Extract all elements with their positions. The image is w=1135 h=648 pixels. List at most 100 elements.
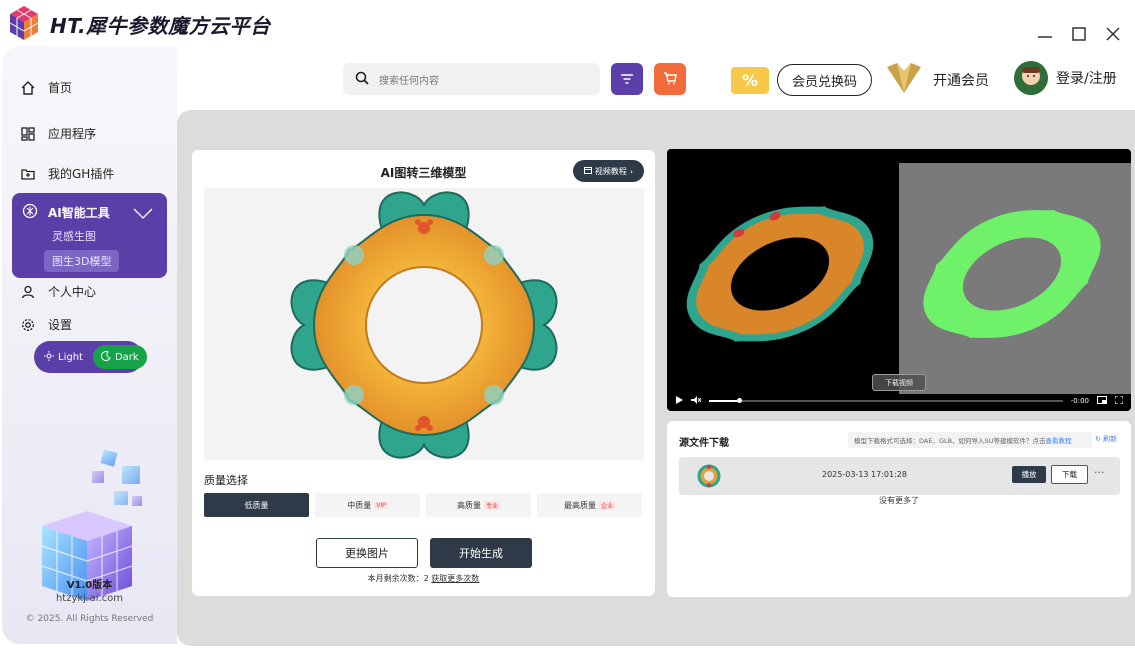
folder-plugin-icon xyxy=(20,166,36,182)
sidebar-item-apps[interactable]: 应用程序 xyxy=(20,125,96,142)
quality-option-medium[interactable]: 中质量 VIP xyxy=(315,493,420,517)
search-placeholder: 搜索任何内容 xyxy=(379,75,439,87)
play-icon[interactable] xyxy=(675,396,683,406)
filter-button[interactable] xyxy=(611,63,643,95)
fullscreen-icon[interactable] xyxy=(1114,395,1124,406)
user-icon xyxy=(20,284,36,300)
image-to-3d-card: AI图转三维模型 视频教程 › 质量选择 低质量 中质量 VIP 高质量 专业 … xyxy=(192,150,655,596)
remaining-count: 本月剩余次数：2 获取更多次数 xyxy=(192,573,655,584)
video-tutorial-label: 视频教程 xyxy=(594,166,627,176)
card-title: 源文件下载 xyxy=(679,438,729,449)
redeem-code-button[interactable]: 会员兑换码 xyxy=(777,64,872,96)
filter-icon xyxy=(620,70,634,89)
vip-badge: VIP xyxy=(374,501,388,509)
view-tutorial-link[interactable]: 查看教程 xyxy=(1045,435,1071,445)
refresh-button[interactable]: ↻ 刷新 xyxy=(1095,434,1117,444)
start-generate-button[interactable]: 开始生成 xyxy=(430,538,532,568)
sidebar-item-inspiration-image[interactable]: 灵感生图 xyxy=(52,228,96,244)
chevron-right-icon: › xyxy=(629,166,634,176)
cart-button[interactable] xyxy=(654,63,686,95)
sidebar-item-gh-plugins[interactable]: 我的GH插件 xyxy=(20,165,114,182)
theme-light-option[interactable]: Light xyxy=(38,345,89,369)
sidebar-item-label: 首页 xyxy=(48,81,73,95)
login-register-button[interactable]: 登录/注册 xyxy=(1014,61,1117,95)
video-progress-bar[interactable] xyxy=(709,398,1063,403)
sidebar-item-label: 我的GH插件 xyxy=(48,167,115,181)
moon-icon xyxy=(100,350,111,364)
remaining-count-text: 本月剩余次数：2 xyxy=(367,574,429,583)
sidebar-item-profile[interactable]: 个人中心 xyxy=(20,283,96,300)
ai-tools-label: AI智能工具 xyxy=(48,206,110,220)
model-thumbnail xyxy=(697,464,721,492)
more-options-icon[interactable]: ··· xyxy=(1094,466,1105,479)
theme-toggle[interactable]: Light Dark xyxy=(34,341,147,373)
sidebar-group-ai-tools: AI智能工具 灵感生图 图生3D模型 xyxy=(12,193,167,278)
login-label: 登录/注册 xyxy=(1056,71,1117,87)
no-more-text: 没有更多了 xyxy=(879,496,919,505)
vip-crown-icon xyxy=(885,61,923,99)
sidebar-item-image-to-3d[interactable]: 图生3D模型 xyxy=(44,250,120,272)
app-title: HT.犀牛参数魔方云平台 xyxy=(50,13,271,38)
video-tutorial-button[interactable]: 视频教程 › xyxy=(573,160,644,182)
video-player[interactable]: 下载视频 -0:00 xyxy=(667,149,1131,411)
sidebar-item-settings[interactable]: 设置 xyxy=(20,316,72,333)
get-more-link[interactable]: 获取更多次数 xyxy=(431,574,479,583)
refresh-label: 刷新 xyxy=(1103,435,1118,443)
cube-logo-icon xyxy=(4,4,44,44)
list-item: 2025-03-13 17:01:28 播放 下载 ··· xyxy=(679,457,1120,495)
apps-grid-icon xyxy=(20,126,36,142)
coupon-icon[interactable]: % xyxy=(731,67,769,94)
version-label: V1.0版本 xyxy=(66,580,113,591)
quality-option-highest[interactable]: 最高质量 企业 xyxy=(537,493,642,517)
open-vip-button[interactable]: 开通会员 xyxy=(885,61,989,99)
search-input[interactable]: 搜索任何内容 xyxy=(343,63,600,95)
quality-option-label: 低质量 xyxy=(244,500,269,510)
pro-badge: 专业 xyxy=(483,500,500,510)
quality-option-label: 最高质量 xyxy=(563,500,596,510)
source-file-download-card: 源文件下载 模型下载格式可选择：DAE、GLB，如何导入SU等建模软件？点击 查看… xyxy=(667,421,1131,597)
video-time: -0:00 xyxy=(1070,397,1089,405)
source-image-preview[interactable] xyxy=(204,188,644,460)
chevron-down-icon[interactable] xyxy=(133,205,153,224)
quality-option-high[interactable]: 高质量 专业 xyxy=(426,493,531,517)
home-icon xyxy=(20,80,36,96)
quality-option-label: 中质量 xyxy=(347,500,372,510)
sun-icon xyxy=(44,350,54,364)
avatar xyxy=(1014,61,1048,95)
window-controls xyxy=(1037,26,1121,42)
sidebar-item-label: 个人中心 xyxy=(48,285,97,299)
theme-dark-option[interactable]: Dark xyxy=(92,345,147,369)
video-icon xyxy=(583,166,592,176)
gear-icon xyxy=(20,317,36,333)
app-logo: HT.犀牛参数魔方云平台 xyxy=(4,4,271,44)
search-icon xyxy=(355,71,369,88)
sidebar-item-label: 设置 xyxy=(48,318,73,332)
vip-label: 开通会员 xyxy=(933,73,989,89)
maximize-button[interactable] xyxy=(1071,26,1087,42)
openai-icon xyxy=(22,203,38,222)
sidebar-item-home[interactable]: 首页 xyxy=(20,79,72,96)
change-image-button[interactable]: 更换图片 xyxy=(316,538,418,568)
enterprise-badge: 企业 xyxy=(598,500,615,510)
pip-icon[interactable] xyxy=(1097,396,1107,406)
theme-light-label: Light xyxy=(58,351,83,363)
quality-option-low[interactable]: 低质量 xyxy=(204,493,309,517)
quality-options: 低质量 中质量 VIP 高质量 专业 最高质量 企业 xyxy=(204,493,642,517)
quality-option-label: 高质量 xyxy=(456,500,481,510)
download-button[interactable]: 下载 xyxy=(1051,465,1088,484)
site-url: htzykj-ai.com xyxy=(55,593,124,604)
download-video-button[interactable]: 下载视频 xyxy=(872,374,926,391)
minimize-button[interactable] xyxy=(1037,26,1053,42)
format-hint-text: 模型下载格式可选择：DAE、GLB，如何导入SU等建模软件？点击 xyxy=(854,437,1046,445)
copyright: © 2025. All Rights Reserved xyxy=(25,614,154,624)
ai-tools-header[interactable]: AI智能工具 xyxy=(22,203,110,222)
format-hint: 模型下载格式可选择：DAE、GLB，如何导入SU等建模软件？点击 查看教程 xyxy=(848,432,1092,448)
timestamp: 2025-03-13 17:01:28 xyxy=(822,470,907,479)
cart-icon xyxy=(663,70,677,89)
play-button[interactable]: 播放 xyxy=(1012,466,1046,483)
quality-label: 质量选择 xyxy=(204,474,248,487)
mute-icon[interactable] xyxy=(691,396,702,406)
theme-dark-label: Dark xyxy=(114,351,139,363)
video-controls: -0:00 xyxy=(667,391,1131,411)
close-button[interactable] xyxy=(1105,26,1121,42)
